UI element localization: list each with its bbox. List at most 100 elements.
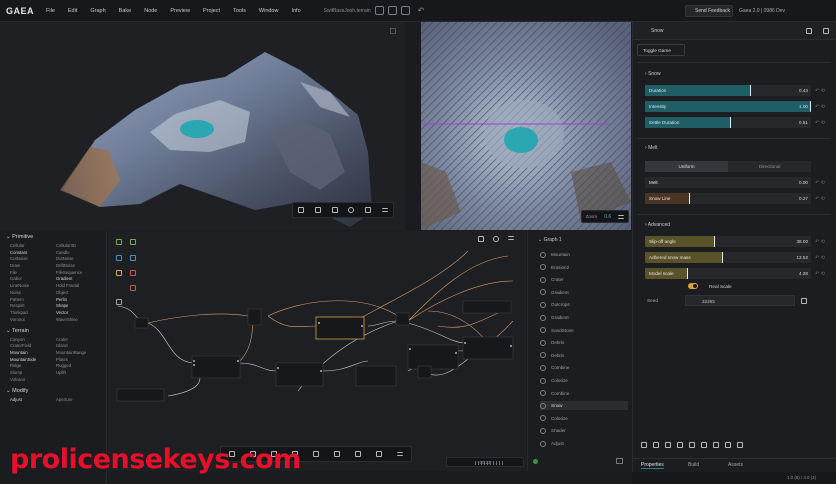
delete-tool-icon[interactable] — [130, 285, 136, 291]
node-list-item[interactable]: Shader — [540, 426, 628, 435]
slider-handle[interactable] — [730, 117, 732, 128]
arrow-right-icon[interactable] — [312, 451, 319, 457]
chart-icon[interactable] — [713, 442, 719, 448]
layers-icon[interactable] — [364, 207, 371, 213]
maximize-icon[interactable] — [390, 28, 396, 34]
settings-icon[interactable] — [806, 28, 812, 34]
node-list-item[interactable]: Colorize — [540, 414, 628, 423]
slider-value[interactable]: 13.52 — [797, 255, 809, 260]
node-list-item[interactable]: Debris — [540, 351, 628, 360]
select-tool-icon[interactable] — [116, 239, 122, 245]
menu-preview[interactable]: Preview — [170, 8, 190, 14]
library-item[interactable]: Candle — [56, 250, 106, 255]
slider-handle[interactable] — [722, 252, 724, 263]
wand-icon[interactable] — [653, 442, 659, 448]
portal-tool-icon[interactable] — [116, 255, 122, 261]
grid-icon[interactable] — [331, 207, 338, 213]
library-item[interactable]: Canyon — [10, 337, 56, 342]
viewport-2d[interactable]: Zoom 0.6 — [421, 22, 631, 230]
library-item[interactable]: Rugged — [56, 363, 106, 368]
menu-graph[interactable]: Graph — [90, 8, 105, 14]
link-tool-icon[interactable] — [130, 255, 136, 261]
node-list-item[interactable]: Gradient — [540, 313, 628, 322]
reset-icon[interactable]: ↶ ⟲ — [815, 88, 831, 94]
menu-icon[interactable] — [618, 214, 625, 219]
diamond-icon[interactable] — [334, 451, 341, 457]
library-item[interactable]: Gradient — [56, 276, 106, 281]
library-item[interactable]: FileSequence — [56, 270, 106, 275]
node-list-item[interactable]: Combine — [540, 363, 628, 372]
slider-value[interactable]: 0.43 — [799, 88, 808, 93]
toggle-game-button[interactable]: Toggle Game — [637, 44, 685, 56]
timeline-bar[interactable]: 00:23 — [446, 457, 524, 467]
group-tool-icon[interactable] — [116, 270, 122, 276]
reset-icon[interactable]: ↶ ⟲ — [815, 120, 831, 126]
library-item[interactable]: Adjust — [10, 397, 56, 402]
slider-value[interactable]: 1.00 — [799, 104, 808, 109]
library-item[interactable]: Mountain — [10, 350, 56, 355]
slider-value[interactable]: 38.00 — [797, 239, 809, 244]
library-item[interactable]: WaveShine — [56, 317, 106, 322]
add-node-icon[interactable] — [533, 459, 538, 464]
node-list-item[interactable]: Gradient — [540, 288, 628, 297]
library-item[interactable]: CutNoise — [10, 256, 56, 261]
graph-menu-icon[interactable] — [508, 236, 514, 240]
library-item[interactable]: Shape — [56, 303, 106, 308]
slider-handle[interactable] — [810, 101, 811, 112]
tab-properties[interactable]: Properties — [641, 462, 664, 469]
link-icon[interactable] — [701, 442, 707, 448]
library-item[interactable]: MountainSide — [10, 357, 56, 362]
reroute-tool-icon[interactable] — [116, 299, 122, 305]
reset-icon[interactable]: ↶ ⟲ — [815, 239, 831, 245]
library-item[interactable]: Pattern — [10, 297, 56, 302]
library-item[interactable]: Crater — [56, 337, 106, 342]
library-item[interactable]: Vector — [56, 310, 106, 315]
menu-info[interactable]: Info — [291, 8, 300, 14]
library-item[interactable]: CraterField — [10, 343, 56, 348]
menu-tools[interactable]: Tools — [233, 8, 246, 14]
library-item[interactable]: Object — [56, 290, 106, 295]
library-item[interactable]: DriftNoise — [56, 263, 106, 268]
seed-input[interactable]: 22265 — [685, 295, 795, 306]
slider-handle[interactable] — [687, 268, 689, 279]
library-item[interactable]: Respirit — [10, 303, 56, 308]
param-slider[interactable]: Slip-off angle 38.00 — [645, 236, 811, 247]
melt-section[interactable]: › Melt — [645, 145, 658, 151]
reset-icon[interactable]: ↶ ⟲ — [815, 104, 831, 110]
library-item[interactable]: Plates — [56, 357, 106, 362]
history-icon[interactable] — [400, 6, 410, 15]
bookmark-icon[interactable] — [641, 442, 647, 448]
library-item[interactable]: LineNoise — [10, 283, 56, 288]
reset-icon[interactable]: ↶ ⟲ — [815, 196, 831, 202]
library-item[interactable]: Gabor — [10, 276, 56, 281]
library-item[interactable]: DotNoise — [56, 256, 106, 261]
library-item[interactable]: Slump — [10, 370, 56, 375]
graph-camera-icon[interactable] — [478, 236, 484, 242]
zoom-value[interactable]: 0.6 — [604, 214, 611, 220]
tab-directional[interactable]: Directional — [728, 161, 811, 172]
section-terrain[interactable]: ⌄ Terrain — [6, 328, 106, 334]
library-item[interactable]: Draw — [10, 263, 56, 268]
slider-value[interactable]: 0.00 — [799, 180, 808, 185]
param-slider[interactable]: Model scale 4.28 — [645, 268, 811, 279]
node-list-item[interactable]: Erosion2 — [540, 263, 628, 272]
menu-window[interactable]: Window — [259, 8, 279, 14]
param-slider[interactable]: Intensity 1.00 — [645, 101, 811, 112]
library-item[interactable]: Aperture — [56, 397, 106, 402]
save-icon[interactable] — [374, 6, 384, 15]
more-icon[interactable] — [397, 452, 404, 456]
library-item[interactable]: File — [10, 270, 56, 275]
viewport-3d[interactable] — [0, 22, 405, 230]
undo-icon[interactable]: ↶ — [418, 6, 427, 15]
reset-icon[interactable]: ↶ ⟲ — [815, 255, 831, 261]
graph-editor[interactable]: 00:23 — [108, 231, 526, 471]
library-item[interactable]: Uplift — [56, 370, 106, 375]
screenshot-icon[interactable] — [314, 207, 321, 213]
node-list-item[interactable]: SandStone — [540, 326, 628, 335]
library-item[interactable]: Voronoi — [10, 317, 56, 322]
menu-icon[interactable] — [381, 208, 388, 212]
close-icon[interactable] — [823, 28, 829, 34]
camera-icon[interactable] — [298, 207, 305, 213]
viewport-splitter[interactable] — [405, 22, 421, 230]
menu-edit[interactable]: Edit — [68, 8, 77, 14]
